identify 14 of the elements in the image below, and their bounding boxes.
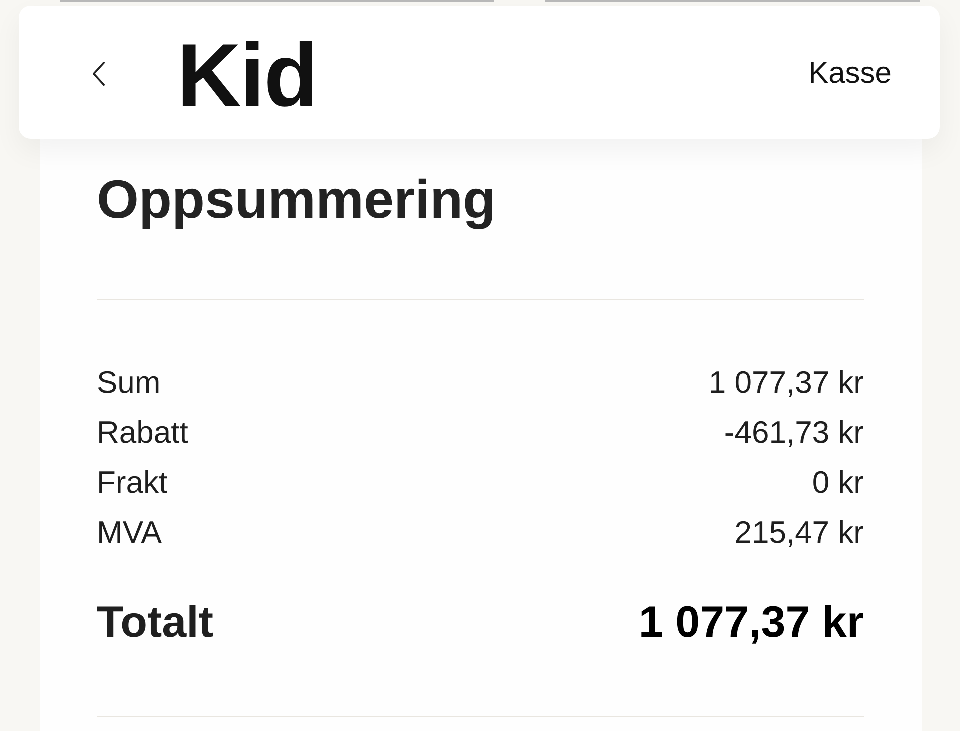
logo: Kid [177,31,318,120]
page-title: Kasse [808,58,892,88]
total-label: Totalt [97,598,214,648]
summary-label: Frakt [97,465,168,501]
summary-label: Rabatt [97,415,188,451]
section-heading: Oppsummering [97,169,496,232]
summary-label: MVA [97,515,162,551]
summary-value: 215,47 kr [734,515,864,551]
summary-value: -461,73 kr [724,415,864,451]
summary-value: 1 077,37 kr [708,365,864,401]
total-value: 1 077,37 kr [638,598,864,648]
chevron-left-icon [92,62,106,86]
summary-value: 0 kr [812,465,864,501]
summary-label: Sum [97,365,161,401]
